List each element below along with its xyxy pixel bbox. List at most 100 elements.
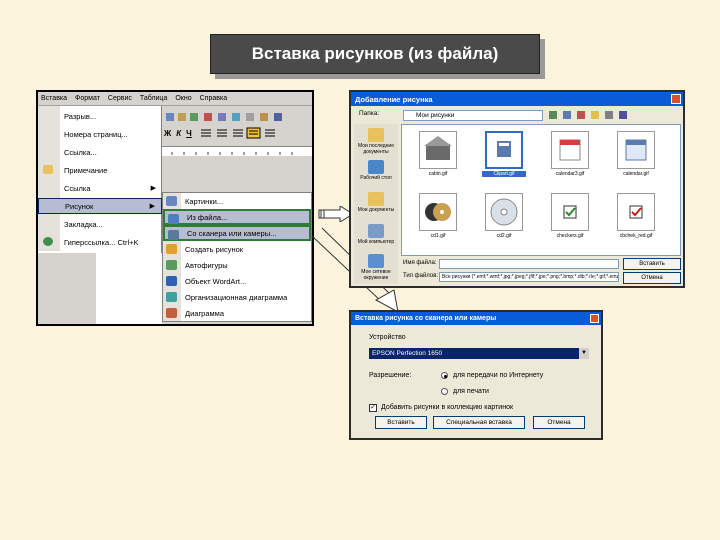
autoshapes-icon <box>166 260 177 270</box>
toolbar-row-standard <box>164 110 304 124</box>
submenu-item-label: Со сканера или камеры... <box>187 228 277 238</box>
insert-picture-dialog: Добавление рисунка Папка: Мои рисунки Мо… <box>349 90 685 288</box>
submenu-item-scanner[interactable]: Со сканера или камеры... <box>163 225 311 241</box>
dialog-toolbar-icons[interactable] <box>547 109 677 121</box>
scanner-icon <box>168 230 179 240</box>
chart-icon <box>166 308 177 318</box>
menu-item-picture[interactable]: Рисунок ▶ <box>38 198 162 214</box>
menu-table[interactable]: Таблица <box>140 95 167 102</box>
file-item[interactable]: cbchek_red.gif <box>614 193 658 245</box>
submenu-item-label: Объект WordArt... <box>185 276 247 286</box>
dialog-title: Вставка рисунка со сканера или камеры <box>355 315 497 322</box>
insert-button[interactable]: Вставить <box>375 416 427 429</box>
submenu-arrow-icon: ▶ <box>150 185 156 192</box>
place-label: Мои последние документы <box>357 143 394 155</box>
menu-format[interactable]: Формат <box>75 95 100 102</box>
add-to-gallery-checkbox[interactable]: ✓ <box>369 404 377 412</box>
file-type-label: Тип файлов: <box>403 273 439 279</box>
align-icons[interactable] <box>197 127 292 139</box>
add-to-gallery-label: Добавить рисунки в коллекцию картинок <box>381 404 514 411</box>
insert-menu: Разрыв... Номера страниц... Ссылка... Пр… <box>38 106 162 324</box>
menu-item-link[interactable]: Ссылка ▶ <box>38 180 162 196</box>
radio-print-quality[interactable] <box>441 388 448 395</box>
menu-tools[interactable]: Сервис <box>108 95 132 102</box>
radio-web-label: для передачи по Интернету <box>453 372 544 379</box>
submenu-item-org-chart[interactable]: Организационная диаграмма <box>163 289 311 305</box>
file-item[interactable]: cd1.gif <box>416 193 460 245</box>
menu-item-label: Ссылка... <box>64 147 97 157</box>
close-icon[interactable] <box>671 94 681 104</box>
radio-web-quality[interactable] <box>441 372 448 379</box>
document-area <box>38 253 162 324</box>
place-my-documents[interactable]: Мои документы <box>356 192 396 222</box>
submenu-item-autoshapes[interactable]: Автофигуры <box>163 257 311 273</box>
bold-button[interactable]: Ж <box>164 129 171 138</box>
device-value: EPSON Perfection 1650 <box>372 350 443 357</box>
toolbar-row-format: Ж К Ч <box>164 126 292 140</box>
calendar-thumb-icon <box>551 131 589 169</box>
place-recent[interactable]: Мои последние документы <box>356 128 396 158</box>
resolution-label: Разрешение: <box>369 372 412 379</box>
menu-item-bookmark[interactable]: Закладка... <box>38 216 162 232</box>
menu-help[interactable]: Справка <box>200 95 227 102</box>
my-computer-icon <box>368 224 384 238</box>
file-item-selected[interactable]: Clipart.gif <box>482 131 526 183</box>
file-item[interactable]: calendar3.gif <box>548 131 592 183</box>
menu-item-break[interactable]: Разрыв... <box>38 108 162 124</box>
submenu-item-clipart[interactable]: Картинки... <box>163 193 311 209</box>
file-item[interactable]: cd2.gif <box>482 193 526 245</box>
menu-item-page-numbers[interactable]: Номера страниц... <box>38 126 162 142</box>
menu-insert[interactable]: Вставка <box>41 95 67 102</box>
chevron-down-icon[interactable]: ▼ <box>579 348 589 359</box>
file-item[interactable]: calendar.gif <box>614 131 658 183</box>
place-my-computer[interactable]: Мой компьютер <box>356 224 396 254</box>
italic-button[interactable]: К <box>176 129 181 138</box>
cancel-button[interactable]: Отмена <box>623 272 681 284</box>
network-icon <box>368 254 384 268</box>
places-bar: Мои последние документы Рабочий стол Мои… <box>354 124 398 284</box>
menu-item-hyperlink[interactable]: Гиперссылка... Ctrl+K <box>38 234 162 250</box>
file-name: Clipart.gif <box>482 171 526 177</box>
submenu-item-chart[interactable]: Диаграмма <box>163 305 311 321</box>
submenu-item-wordart[interactable]: Объект WordArt... <box>163 273 311 289</box>
cabin-thumb-icon <box>419 131 457 169</box>
cancel-button[interactable]: Отмена <box>533 416 585 429</box>
file-type-select[interactable]: Все рисунки (*.emf;*.wmf;*.jpg;*.jpeg;*.… <box>439 272 619 282</box>
submenu-item-from-file[interactable]: Из файла... <box>163 209 311 225</box>
submenu-item-label: Автофигуры <box>185 260 228 270</box>
from-file-icon <box>168 214 179 224</box>
picture-submenu: Картинки... Из файла... Со сканера или к… <box>162 192 312 322</box>
close-icon[interactable] <box>590 314 599 323</box>
insert-button[interactable]: Вставить <box>623 258 681 270</box>
device-select[interactable]: EPSON Perfection 1650 ▼ <box>369 348 589 359</box>
menu-item-label: Номера страниц... <box>64 129 128 139</box>
file-name: cabin.gif <box>428 171 448 177</box>
menu-item-reference[interactable]: Ссылка... <box>38 144 162 160</box>
document-page <box>96 253 162 324</box>
file-item[interactable]: cabin.gif <box>416 131 460 183</box>
place-network[interactable]: Мое сетевое окружение <box>356 254 396 284</box>
org-chart-icon <box>166 292 177 302</box>
file-name-input[interactable] <box>439 259 619 269</box>
recent-docs-icon <box>368 128 384 142</box>
calendar-thumb-icon <box>617 131 655 169</box>
look-in-dropdown[interactable]: Мои рисунки <box>403 110 543 121</box>
file-item[interactable]: checkers.gif <box>548 193 592 245</box>
place-desktop[interactable]: Рабочий стол <box>356 160 396 190</box>
submenu-arrow-icon: ▶ <box>149 203 155 210</box>
new-drawing-icon <box>166 244 177 254</box>
custom-insert-button[interactable]: Специальная вставка <box>433 416 525 429</box>
standard-toolbar-icons[interactable] <box>164 111 304 123</box>
my-docs-icon <box>368 192 384 206</box>
menu-window[interactable]: Окно <box>175 95 191 102</box>
note-icon <box>43 165 53 174</box>
menu-item-label: Гиперссылка... Ctrl+K <box>64 237 139 247</box>
dialog-titlebar: Вставка рисунка со сканера или камеры <box>351 312 601 325</box>
submenu-item-new-drawing[interactable]: Создать рисунок <box>163 241 311 257</box>
scanner-dialog: Вставка рисунка со сканера или камеры Ус… <box>349 310 603 440</box>
underline-button[interactable]: Ч <box>186 129 192 138</box>
submenu-item-label: Из файла... <box>187 212 228 222</box>
menu-item-comment[interactable]: Примечание <box>38 162 162 178</box>
hyperlink-icon <box>43 237 53 246</box>
file-list: cabin.gif Clipart.gif calendar3.gif cale… <box>401 124 681 256</box>
